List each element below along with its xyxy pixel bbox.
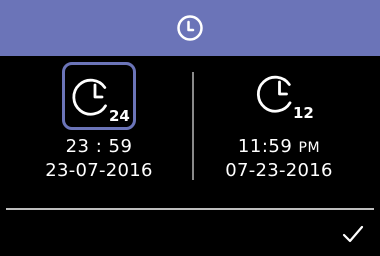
format-12h-option[interactable]: 12 11:59 PM 07-23-2016: [190, 62, 380, 192]
date-24h: 23-07-2016: [45, 160, 153, 181]
clock-24h-icon: 24: [72, 78, 130, 125]
format-24h-button[interactable]: 24: [62, 62, 136, 130]
clock-12h-badge: 12: [293, 104, 314, 122]
date-12h: 07-23-2016: [225, 160, 333, 181]
clock-24h-badge: 24: [109, 107, 130, 125]
clock-icon: [177, 15, 203, 41]
time-24h: 23 : 59: [65, 136, 133, 157]
checkmark-icon[interactable]: [342, 224, 364, 244]
time-12h: 11:59 PM: [184, 136, 374, 157]
format-24h-option[interactable]: 24 23 : 59 23-07-2016: [0, 62, 190, 192]
clock-12h-icon: 12: [256, 75, 314, 122]
time-12h-value: 11:59: [237, 136, 293, 157]
format-12h-button[interactable]: 12: [248, 62, 322, 130]
time-format-screen: 24 23 : 59 23-07-2016 12 11:59 PM 07-23-…: [0, 0, 380, 256]
ampm-label: PM: [298, 140, 321, 156]
horizontal-divider: [6, 208, 374, 210]
header-bar: [0, 0, 380, 56]
